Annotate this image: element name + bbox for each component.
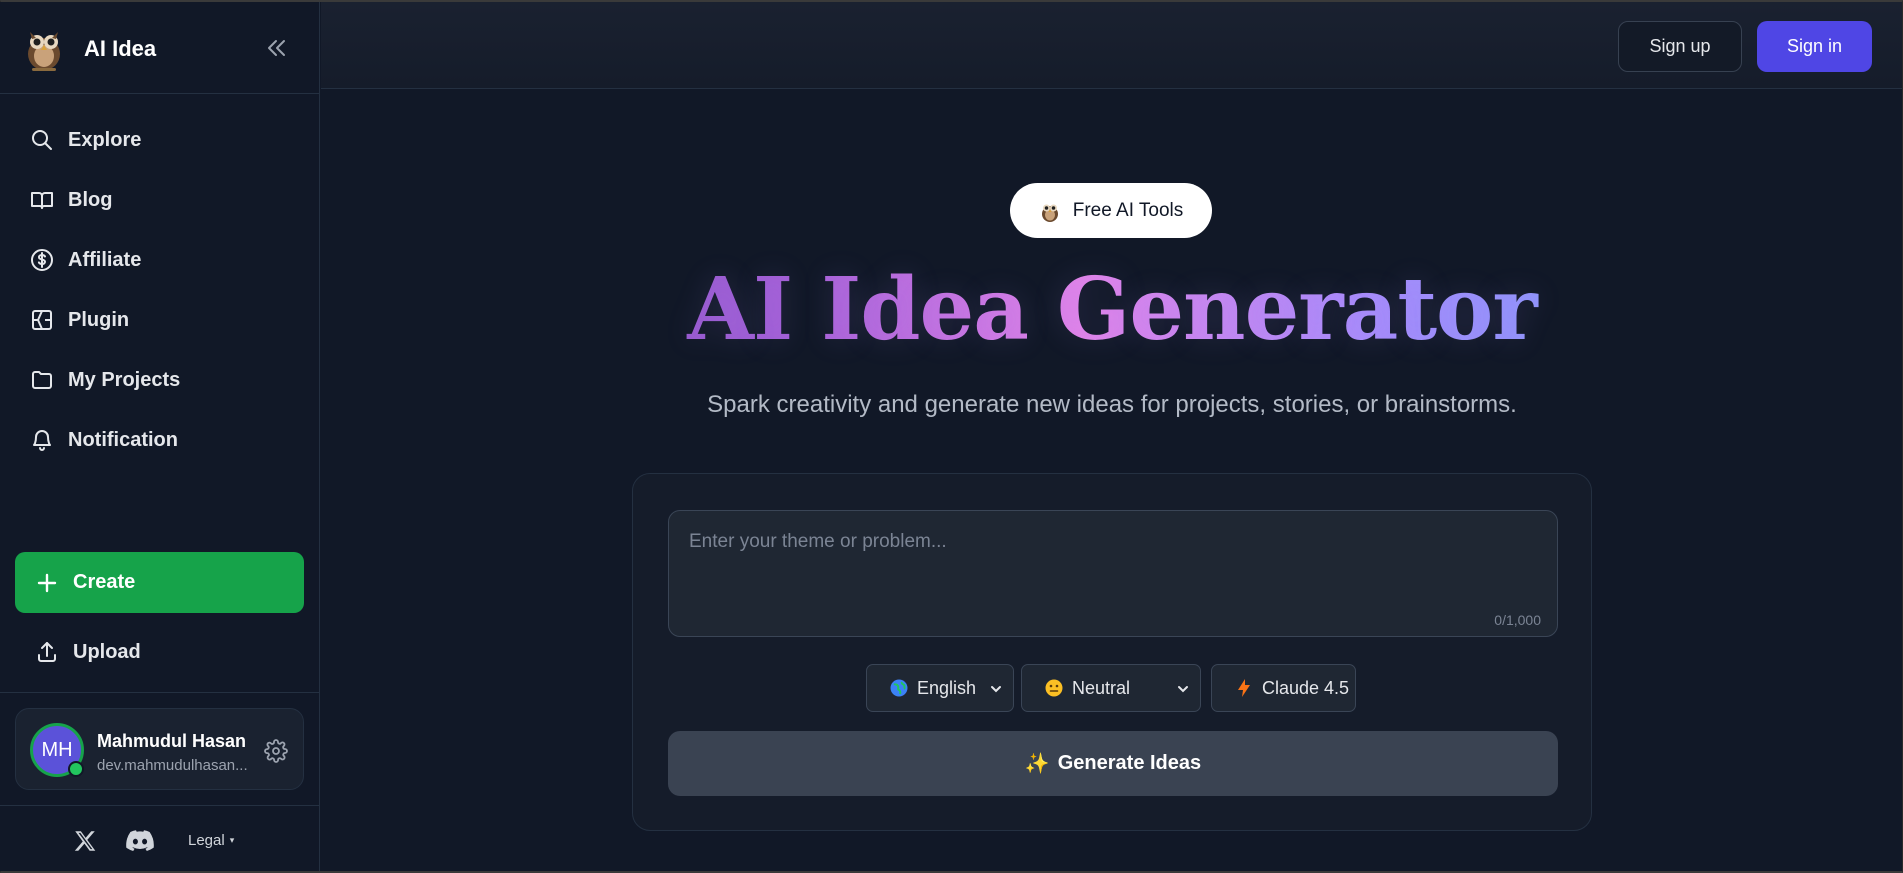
chevron-down-icon [1178, 686, 1188, 693]
plus-icon [37, 573, 57, 592]
upload-label: Upload [73, 640, 141, 663]
online-status-dot [68, 761, 84, 777]
x-twitter-icon[interactable] [72, 828, 98, 854]
user-name: Mahmudul Hasan [97, 731, 247, 751]
theme-input[interactable] [669, 511, 1557, 636]
owl-logo-icon [1041, 204, 1058, 222]
upload-icon [38, 642, 56, 662]
owl-logo-icon [28, 32, 60, 71]
upload-button[interactable]: Upload [15, 626, 304, 678]
page-subtitle: Spark creativity and generate new ideas … [707, 391, 1517, 418]
create-button[interactable]: Create [15, 552, 304, 613]
generate-ideas-button[interactable]: ✨ Generate Ideas [668, 731, 1558, 796]
sign-in-button[interactable]: Sign in [1757, 21, 1872, 72]
options-row: English Neutral Claude 4.5 [633, 664, 1593, 712]
brand-header: AI Idea [0, 2, 320, 94]
sign-up-button[interactable]: Sign up [1618, 21, 1742, 72]
sidebar-item-label: Affiliate [68, 248, 142, 271]
sparkles-icon: ✨ [1024, 753, 1050, 775]
book-open-icon [31, 192, 53, 209]
legal-dropdown[interactable]: Legal ▾ [188, 832, 234, 849]
legal-label: Legal [188, 832, 225, 849]
globe-icon [890, 679, 908, 697]
sidebar-item-label: Blog [68, 188, 113, 211]
model-select[interactable]: Claude 4.5 [1211, 664, 1356, 712]
sidebar-item-explore[interactable]: Explore [16, 114, 306, 166]
user-card[interactable]: MH Mahmudul Hasan dev.mahmudulhasan... [15, 708, 304, 790]
sidebar-item-my-projects[interactable]: My Projects [16, 354, 306, 406]
bell-icon [33, 430, 51, 451]
top-bar: Sign up Sign in [321, 2, 1902, 89]
sidebar-item-label: Plugin [68, 308, 130, 331]
brand-name: AI Idea [84, 36, 157, 61]
sidebar-nav: Explore Blog Affiliate Plugin My Project… [16, 114, 306, 474]
sidebar-item-blog[interactable]: Blog [16, 174, 306, 226]
divider [0, 692, 320, 693]
sidebar-item-plugin[interactable]: Plugin [16, 294, 306, 346]
sidebar-item-label: Explore [68, 128, 142, 151]
tone-value: Neutral [1072, 677, 1131, 698]
sidebar: AI Idea Explore Blog Affiliate Plugin My… [0, 2, 320, 871]
sidebar-item-label: My Projects [68, 368, 181, 391]
model-value: Claude 4.5 [1262, 677, 1350, 698]
chevron-down-icon [991, 686, 1001, 693]
neutral-face-icon [1045, 679, 1063, 697]
free-ai-tools-badge[interactable]: Free AI Tools [1010, 183, 1212, 238]
caret-down-icon: ▾ [229, 835, 235, 845]
char-counter: 0/1,000 [1494, 612, 1541, 628]
generate-label: Generate Ideas [1057, 752, 1202, 774]
gear-icon[interactable] [264, 739, 288, 763]
folder-icon [32, 371, 52, 389]
lightning-icon [1238, 679, 1250, 697]
tone-select[interactable]: Neutral [1021, 664, 1201, 712]
double-chevron-left-icon[interactable] [262, 34, 290, 62]
sidebar-item-affiliate[interactable]: Affiliate [16, 234, 306, 286]
plugin-icon [32, 310, 52, 330]
discord-icon[interactable] [126, 830, 154, 852]
main-content: Free AI Tools AI Idea Generator Spark cr… [321, 89, 1902, 871]
sidebar-item-label: Notification [68, 428, 178, 451]
search-icon [32, 130, 52, 150]
language-value: English [917, 677, 977, 698]
create-label: Create [73, 571, 136, 593]
dollar-circle-icon [31, 249, 53, 271]
divider [0, 805, 320, 806]
language-select[interactable]: English [866, 664, 1014, 712]
badge-label: Free AI Tools [1072, 199, 1184, 221]
page-title: AI Idea Generator [321, 259, 1903, 360]
sidebar-item-notification[interactable]: Notification [16, 414, 306, 466]
generator-panel: 0/1,000 English Neutral Claude 4.5 ✨ Gen… [632, 473, 1592, 831]
user-email: dev.mahmudulhasan... [97, 757, 247, 774]
theme-input-wrapper: 0/1,000 [668, 510, 1558, 637]
sidebar-footer: Legal ▾ [0, 822, 320, 862]
